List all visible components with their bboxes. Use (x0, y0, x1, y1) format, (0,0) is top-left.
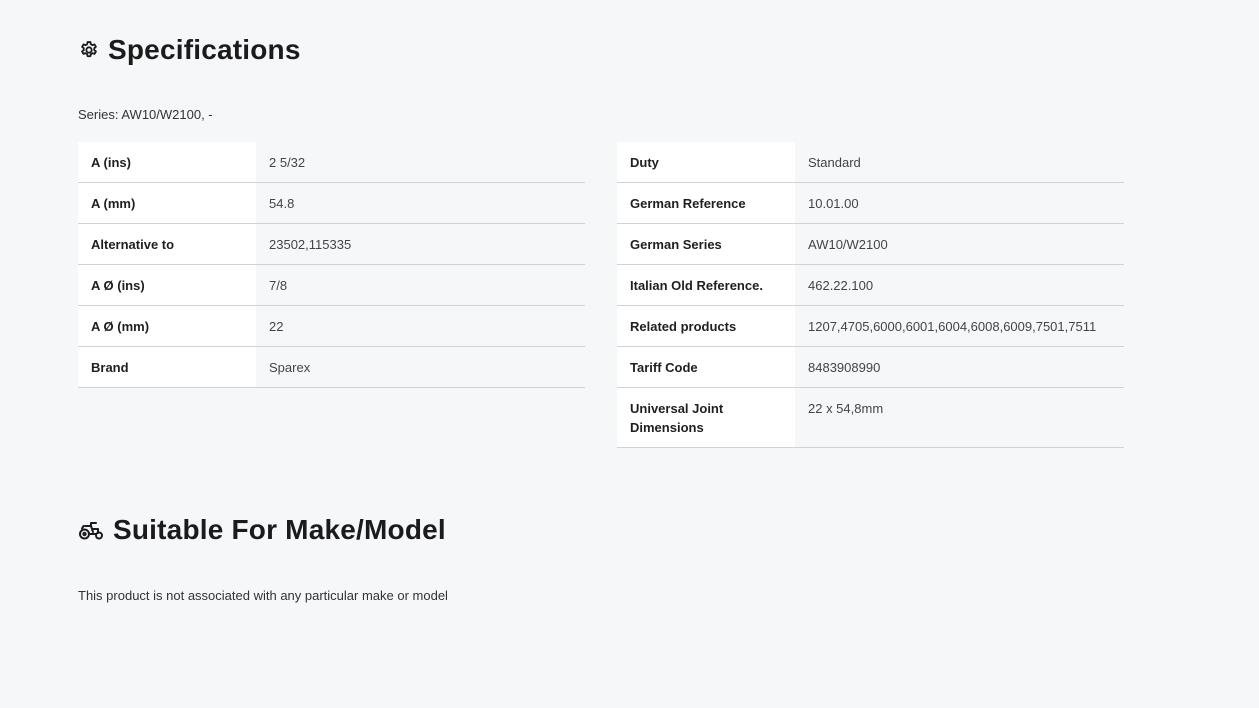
suitable-text: This product is not associated with any … (78, 588, 448, 603)
spec-row: A Ø (ins) 7/8 (78, 264, 585, 306)
spec-label: Related products (617, 305, 795, 347)
spec-row: Italian Old Reference. 462.22.100 (617, 264, 1124, 306)
spec-label: A (mm) (78, 182, 256, 224)
spec-row: German Reference 10.01.00 (617, 182, 1124, 224)
spec-row: Alternative to 23502,115335 (78, 223, 585, 265)
suitable-title: Suitable For Make/Model (113, 514, 446, 545)
spec-value: 54.8 (256, 182, 585, 224)
suitable-heading: Suitable For Make/Model (78, 514, 446, 546)
spec-label: German Reference (617, 182, 795, 224)
spec-label: A (ins) (78, 142, 256, 183)
spec-value: 10.01.00 (795, 182, 1124, 224)
spec-value: 8483908990 (795, 346, 1124, 388)
spec-value: 1207,4705,6000,6001,6004,6008,6009,7501,… (795, 305, 1124, 347)
spec-value: 7/8 (256, 264, 585, 306)
spec-row: A (mm) 54.8 (78, 182, 585, 224)
spec-row: Brand Sparex (78, 346, 585, 388)
spec-label: Alternative to (78, 223, 256, 265)
spec-table-right: Duty Standard German Reference 10.01.00 Germ… (617, 142, 1124, 448)
spec-label: A Ø (mm) (78, 305, 256, 347)
spec-row: Universal Joint Dimensions 22 x 54,8mm (617, 387, 1124, 448)
spec-value: AW10/W2100 (795, 223, 1124, 265)
spec-value: 2 5/32 (256, 142, 585, 183)
spec-value: 462.22.100 (795, 264, 1124, 306)
spec-row: Tariff Code 8483908990 (617, 346, 1124, 388)
spec-row: German Series AW10/W2100 (617, 223, 1124, 265)
tractor-icon (78, 519, 104, 541)
specifications-heading: Specifications (78, 34, 301, 66)
spec-label: Duty (617, 142, 795, 183)
spec-row: Duty Standard (617, 142, 1124, 183)
specifications-section: Specifications Series: AW10/W2100, - A (… (78, 34, 1124, 448)
spec-value: Sparex (256, 346, 585, 388)
spec-label: German Series (617, 223, 795, 265)
spec-label: Italian Old Reference. (617, 264, 795, 306)
spec-table-left: A (ins) 2 5/32 A (mm) 54.8 Alternative to 235… (78, 142, 585, 388)
spec-value: 22 (256, 305, 585, 347)
spec-row: Related products 1207,4705,6000,6001,6004… (617, 305, 1124, 347)
spec-label: Brand (78, 346, 256, 388)
spec-row: A Ø (mm) 22 (78, 305, 585, 347)
suitable-section: Suitable For Make/Model This product is … (78, 514, 448, 603)
spec-label: Universal Joint Dimensions (617, 387, 795, 448)
series-text: Series: AW10/W2100, - (78, 107, 213, 122)
gear-icon (78, 39, 100, 61)
spec-row: A (ins) 2 5/32 (78, 142, 585, 183)
spec-value: Standard (795, 142, 1124, 183)
specifications-title: Specifications (108, 34, 301, 65)
spec-label: A Ø (ins) (78, 264, 256, 306)
spec-label: Tariff Code (617, 346, 795, 388)
spec-value: 23502,115335 (256, 223, 585, 265)
spec-value: 22 x 54,8mm (795, 387, 1124, 448)
